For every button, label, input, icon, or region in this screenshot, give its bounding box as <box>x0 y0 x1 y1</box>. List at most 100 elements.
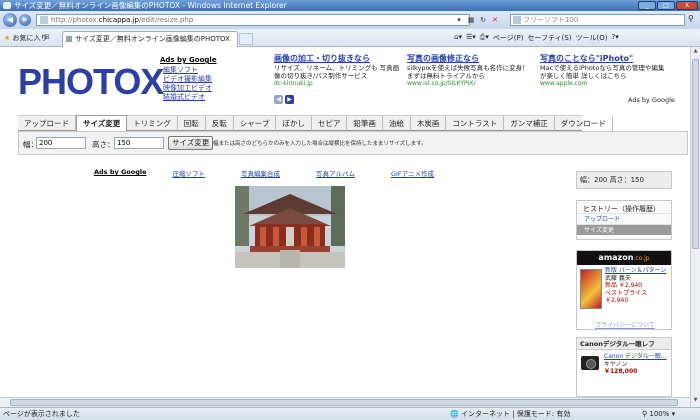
horizontal-scrollbar[interactable] <box>0 397 690 407</box>
book-info: 新版 パーン＆パターン 武藤 義夫 新品 ￥2,940 ベストプライス ￥2,9… <box>605 267 671 305</box>
minimize-button[interactable]: _ <box>638 1 656 10</box>
zone-text: インターネット | 保護モード: 有効 <box>460 410 571 418</box>
tab-contrast[interactable]: コントラスト <box>446 116 505 131</box>
ad-title[interactable]: 画像の加工・切り抜きなら <box>274 54 402 64</box>
tools-menu[interactable]: ツール(O) <box>576 33 608 43</box>
ad-url[interactable]: www.isl.co.jp/SILKYPIX/ <box>407 80 535 88</box>
canon-price: ￥128,000 <box>604 368 638 375</box>
tab-title: サイズ変更／無料オンライン画像編集のPHOTOX <box>75 35 230 43</box>
ad-link[interactable]: 圧縮ソフト <box>173 168 206 178</box>
canon-info: Canon デジタル一眼... キヤノン ￥128,000 <box>604 353 667 376</box>
ad-link[interactable]: 写真編集合成 <box>241 168 280 178</box>
scroll-down-icon[interactable]: ▼ <box>692 397 699 406</box>
window-title: サイズ変更／無料オンライン画像編集のPHOTOX - Windows Inter… <box>14 1 287 10</box>
security-zone[interactable]: 🌐 インターネット | 保護モード: 有効 <box>450 408 570 420</box>
book-cover-image[interactable] <box>580 269 602 309</box>
ad-prev-icon[interactable]: ◀ <box>274 95 283 104</box>
ad-link[interactable]: 編集ソフト <box>160 66 217 75</box>
zoom-control[interactable]: ⚲ 100% ▾ <box>642 408 675 420</box>
tab-blur[interactable]: ぼかし <box>276 116 312 131</box>
ads-by-google-label[interactable]: Ads by Google <box>160 56 217 64</box>
ad-description: silkypixを使えば失敗写真も名作に変身！まずは無料トライアルから <box>407 64 529 80</box>
scroll-thumb[interactable] <box>692 59 699 249</box>
resize-button[interactable]: サイズ変更 <box>168 136 214 150</box>
tab-oil-paint[interactable]: 油絵 <box>383 116 411 131</box>
status-bar: ページが表示されました 🌐 インターネット | 保護モード: 有効 ⚲ 100%… <box>0 407 700 420</box>
canon-product-title[interactable]: Canon デジタル一眼... <box>604 353 667 361</box>
window-controls: _ □ X <box>638 1 698 10</box>
tab-sharpen[interactable]: シャープ <box>234 116 277 131</box>
globe-icon: 🌐 <box>450 410 459 418</box>
ad-link[interactable]: ビデオ撮影編集 <box>160 75 217 84</box>
print-icon[interactable]: ⎙▾ <box>480 33 489 43</box>
url-path: /edit/resize.php <box>138 16 194 24</box>
history-item-current[interactable]: サイズ変更 <box>577 224 671 235</box>
compat-icon[interactable]: ▦ <box>466 15 476 25</box>
height-label: 高さ： <box>92 140 115 149</box>
refresh-icon[interactable]: ↻ <box>478 15 488 25</box>
address-input[interactable]: http://photox.chicappa.jp/edit/resize.ph… <box>36 14 470 26</box>
search-icon[interactable]: ⚲ <box>688 14 694 23</box>
vertical-scrollbar[interactable]: ▲ ▼ <box>690 47 700 407</box>
tab-resize[interactable]: サイズ変更 <box>76 115 128 132</box>
resize-panel: 幅： 高さ： サイズ変更 幅または高さのどちらかのみを入力した場合は縦横比を保持… <box>18 131 688 155</box>
feeds-icon[interactable]: ☰▾ <box>466 33 476 43</box>
tab-upload[interactable]: アップロード <box>18 116 76 131</box>
ad-link[interactable]: 映像加工ビデオ <box>160 84 217 93</box>
amazon-logo[interactable]: amazon.co.jp <box>577 251 671 265</box>
edit-menu-tabs: アップロード サイズ変更 トリミング 回転 反転 シャープ ぼかし セピア 鉛筆… <box>18 115 613 132</box>
tab-flip[interactable]: 反転 <box>206 116 234 131</box>
ad-link[interactable]: 写真アルバム <box>316 168 355 178</box>
ad-link[interactable]: GIFアニメ作成 <box>391 168 434 178</box>
page-menu[interactable]: ページ(P) <box>493 33 524 43</box>
tab-trimming[interactable]: トリミング <box>127 116 178 131</box>
favorites-button[interactable]: ★ お気に入り <box>4 33 48 43</box>
height-input[interactable] <box>114 137 164 149</box>
help-icon[interactable]: ?▾ <box>612 33 619 43</box>
hscroll-thumb[interactable] <box>10 399 678 406</box>
dropdown-icon[interactable]: ▾ <box>454 15 464 25</box>
amazon-brand: amazon <box>598 253 634 262</box>
ad-next-icon[interactable]: ▶ <box>285 95 294 104</box>
star-icon: ★ <box>4 34 11 42</box>
ads-by-google-label[interactable]: Ads by Google <box>628 96 675 104</box>
ad-link[interactable]: 結婚式ビデオ <box>160 93 217 102</box>
forward-arrow-icon[interactable]: ▶ <box>19 14 31 26</box>
maximize-button[interactable]: □ <box>657 1 675 10</box>
tab-download[interactable]: ダウンロード <box>555 116 613 131</box>
ad-url[interactable]: www.apple.com <box>540 80 668 88</box>
ads-by-google-label[interactable]: Ads by Google <box>94 168 147 178</box>
search-input[interactable]: フリーソフト100 <box>510 14 685 26</box>
width-input[interactable] <box>36 137 86 149</box>
header-ad-links: Ads by Google 編集ソフト ビデオ撮影編集 映像加工ビデオ 結婚式ビ… <box>160 56 217 102</box>
scroll-up-icon[interactable]: ▲ <box>692 48 699 57</box>
web-page: PHOTOX Ads by Google 編集ソフト ビデオ撮影編集 映像加工ビ… <box>0 47 690 407</box>
ad-title[interactable]: 写真のことなら"iPhoto" <box>540 54 668 64</box>
tab-sepia[interactable]: セピア <box>312 116 348 131</box>
back-arrow-icon[interactable]: ◀ <box>3 13 17 27</box>
tab-rotate[interactable]: 回転 <box>178 116 206 131</box>
history-title: ヒストリー（操作履歴） <box>583 205 660 213</box>
tab-gamma[interactable]: ガンマ補正 <box>504 116 555 131</box>
privacy-link[interactable]: プライバシーについて <box>577 320 673 329</box>
camera-image[interactable] <box>581 356 599 370</box>
ad-title[interactable]: 写真の画像修正なら <box>407 54 535 64</box>
home-icon[interactable]: ⌂▾ <box>454 33 462 43</box>
browser-tab[interactable]: サイズ変更／無料オンライン画像編集のPHOTOX <box>62 31 238 47</box>
book-author: 武藤 義夫 <box>605 274 631 282</box>
tab-pencil[interactable]: 鉛筆画 <box>347 116 383 131</box>
favorites-add-icon[interactable]: ⊞ <box>44 33 50 41</box>
new-tab-button[interactable] <box>239 33 253 45</box>
site-logo[interactable]: PHOTOX <box>18 61 164 103</box>
resize-note: 幅または高さのどちらかのみを入力した場合は縦横比を保持したままリサイズします。 <box>213 141 427 147</box>
stop-icon[interactable]: ✕ <box>490 15 500 25</box>
book-title[interactable]: 新版 パーン＆パターン <box>605 267 671 275</box>
tab-charcoal[interactable]: 木炭画 <box>411 116 447 131</box>
close-button[interactable]: X <box>676 1 698 10</box>
history-item[interactable]: アップロード <box>577 213 671 224</box>
text-ad[interactable]: 写真の画像修正なら silkypixを使えば失敗写真も名作に変身！まずは無料トラ… <box>407 54 535 88</box>
safety-menu[interactable]: セーフティ(S) <box>527 33 571 43</box>
text-ad[interactable]: 写真のことなら"iPhoto" Macで使えるiPhotoなら写真の管理や編集が… <box>540 54 668 88</box>
text-ad[interactable]: 画像の加工・切り抜きなら リサイズ、リネーム、トリミングも 写真画像の切り抜き/… <box>274 54 402 88</box>
ad-url[interactable]: dc-kirinuki.jp <box>274 80 402 88</box>
